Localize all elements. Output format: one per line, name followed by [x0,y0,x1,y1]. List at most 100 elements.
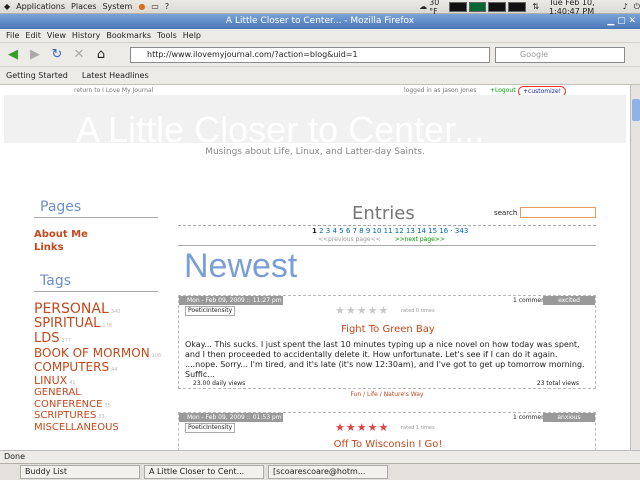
menu-history[interactable]: History [72,31,100,40]
menu-view[interactable]: View [47,31,66,40]
weather-icon[interactable]: ☁ [419,2,427,11]
system-monitor-graph [448,1,467,12]
post-categories[interactable]: Fun / Life / Nature's Way [178,391,596,398]
pages-divider [34,217,158,218]
post-author[interactable]: PoeticIntensity [185,306,236,316]
page-link-about-me[interactable]: About Me [34,228,88,241]
search-box[interactable]: Google [495,47,625,63]
tag-link[interactable]: COMPUTERS 44 [34,360,164,375]
system-monitor-graph [468,1,487,12]
post-daily-views: 23.00 daily views [193,380,246,387]
pager-divider [178,245,596,246]
tag-link[interactable]: SPIRITUAL 178 [34,316,164,332]
stop-icon[interactable]: ✕ [70,46,88,64]
blog-header: A Little Closer to Center... [4,95,626,150]
desktop-top-panel: ◆ Applications Places System ● ▭ ? ☁ 30 … [0,0,640,16]
bookmark-getting-started[interactable]: Getting Started [6,71,68,80]
scrollbar-thumb[interactable] [632,99,640,121]
entries-divider [178,225,596,226]
newest-heading: Newest [184,247,298,285]
prev-next: <<previous page<< >>next page>> [318,236,445,243]
pages-list: About Me Links [34,228,88,254]
window-title: A Little Closer to Center... - Mozilla F… [225,16,415,26]
reload-icon[interactable]: ↻ [48,46,66,64]
tag-link[interactable]: BOOK OF MORMON 106 [34,346,164,361]
blog-post: Mon - Feb 09, 2009 :: 11:27 pm 1 comment… [178,295,596,389]
pagination: 1 2 3 4 5 6 7 8 9 10 11 12 13 14 15 16 ·… [312,227,468,235]
browser-menubar: File Edit View History Bookmarks Tools H… [0,29,640,43]
url-bar[interactable]: http://www.ilovemyjournal.com/?action=bl… [130,47,490,63]
post-rating-stars[interactable]: ★★★★★ [335,421,389,434]
desktop-taskbar: Buddy List A Little Closer to Cent... [s… [0,463,640,480]
forward-icon[interactable]: ▶ [26,46,44,64]
places-menu[interactable]: Places [71,2,96,11]
task-buddy-list[interactable]: Buddy List [20,465,140,479]
system-monitor-graph [508,1,527,12]
power-icon[interactable]: ⏻ [634,2,640,12]
post-excerpt: Okay... This sucks. I just spent the las… [185,340,585,379]
back-icon[interactable]: ◀ [4,46,22,64]
status-text: Done [4,452,26,461]
task-chat[interactable]: [scoarescoare@hotm... [268,465,388,479]
tags-divider [34,291,158,292]
post-author[interactable]: PoeticIntensity [185,423,236,433]
page-scrollbar[interactable] [630,85,640,450]
url-text: http://www.ilovemyjournal.com/?action=bl… [147,50,358,59]
tag-link[interactable]: LDS 177 [34,331,164,347]
post-date: Mon - Feb 09, 2009 :: 01:53 pm [179,413,283,422]
tag-cloud: PERSONAL 340 SPIRITUAL 178 LDS 177 BOOK OF … [34,301,164,433]
search-label: search [494,209,518,217]
home-icon[interactable]: ⌂ [92,46,110,64]
menu-edit[interactable]: Edit [25,31,41,40]
post-mood: excited [543,296,595,305]
previous-page-link[interactable]: <<previous page<< [318,236,381,243]
post-date: Mon - Feb 09, 2009 :: 11:27 pm [179,296,283,305]
bookmark-latest-headlines[interactable]: Latest Headlines [82,71,149,80]
logout-link[interactable]: +Logout [490,87,516,94]
terminal-launcher-icon[interactable]: ▭ [151,2,159,11]
blog-title[interactable]: A Little Closer to Center... [76,109,484,151]
pages-heading: Pages [40,199,82,215]
applications-menu[interactable]: Applications [16,2,65,11]
status-bar: Done [0,450,640,463]
post-rating-text: rated 0 times [401,308,435,314]
task-firefox[interactable]: A Little Closer to Cent... [144,465,264,479]
system-monitor-graph [488,1,507,12]
blog-tagline: Musings about Life, Linux, and Latter-da… [205,147,425,157]
help-launcher-icon[interactable]: ? [165,2,169,11]
post-rating-text: rated 1 times [401,425,435,431]
blog-search-input[interactable] [520,207,596,218]
post-total-views: 23 total views [536,380,579,387]
tag-link[interactable]: SCRIPTURES 33 [34,410,164,422]
post-title[interactable]: Fight To Green Bay [179,324,597,335]
page-link-links[interactable]: Links [34,241,88,254]
blog-post: Mon - Feb 09, 2009 :: 01:53 pm 1 comment… [178,412,596,450]
tag-link[interactable]: GENERAL CONFERENCE 35 [34,387,144,410]
current-page: 1 [312,227,317,235]
menu-file[interactable]: File [6,31,19,40]
tag-link[interactable]: MISCELLANEOUS [34,422,164,434]
post-rating-stars[interactable]: ★★★★★ [335,304,389,317]
menu-help[interactable]: Help [183,31,201,40]
next-page-link[interactable]: >>next page>> [395,236,445,243]
window-titlebar[interactable]: A Little Closer to Center... - Mozilla F… [0,14,640,29]
search-placeholder: Google [520,50,549,59]
tags-heading: Tags [40,273,71,289]
menu-tools[interactable]: Tools [157,31,177,40]
volume-icon[interactable]: ♪ [623,2,628,11]
page-numbers[interactable]: 2 3 4 5 6 7 8 9 10 11 12 13 14 15 16 · 3… [319,227,468,235]
tag-link[interactable]: LINUX 41 [34,374,164,388]
window-controls[interactable]: ▁ ▢ ✕ [607,14,636,29]
post-title[interactable]: Off To Wisconsin I Go! [179,439,597,450]
logged-in-text: logged in as Jason Jones [404,87,477,94]
post-mood: anxious [543,413,595,422]
firefox-launcher-icon[interactable]: ● [138,2,145,11]
gnome-foot-icon[interactable]: ◆ [4,2,10,11]
menu-bookmarks[interactable]: Bookmarks [106,31,151,40]
bookmarks-toolbar: Getting Started Latest Headlines [0,67,640,85]
return-link[interactable]: return to I Love My Journal [74,87,153,94]
system-menu[interactable]: System [102,2,132,11]
tag-link[interactable]: PERSONAL 340 [34,301,164,317]
network-icon[interactable]: ⇅ [532,2,539,11]
entries-heading: Entries [352,203,415,224]
